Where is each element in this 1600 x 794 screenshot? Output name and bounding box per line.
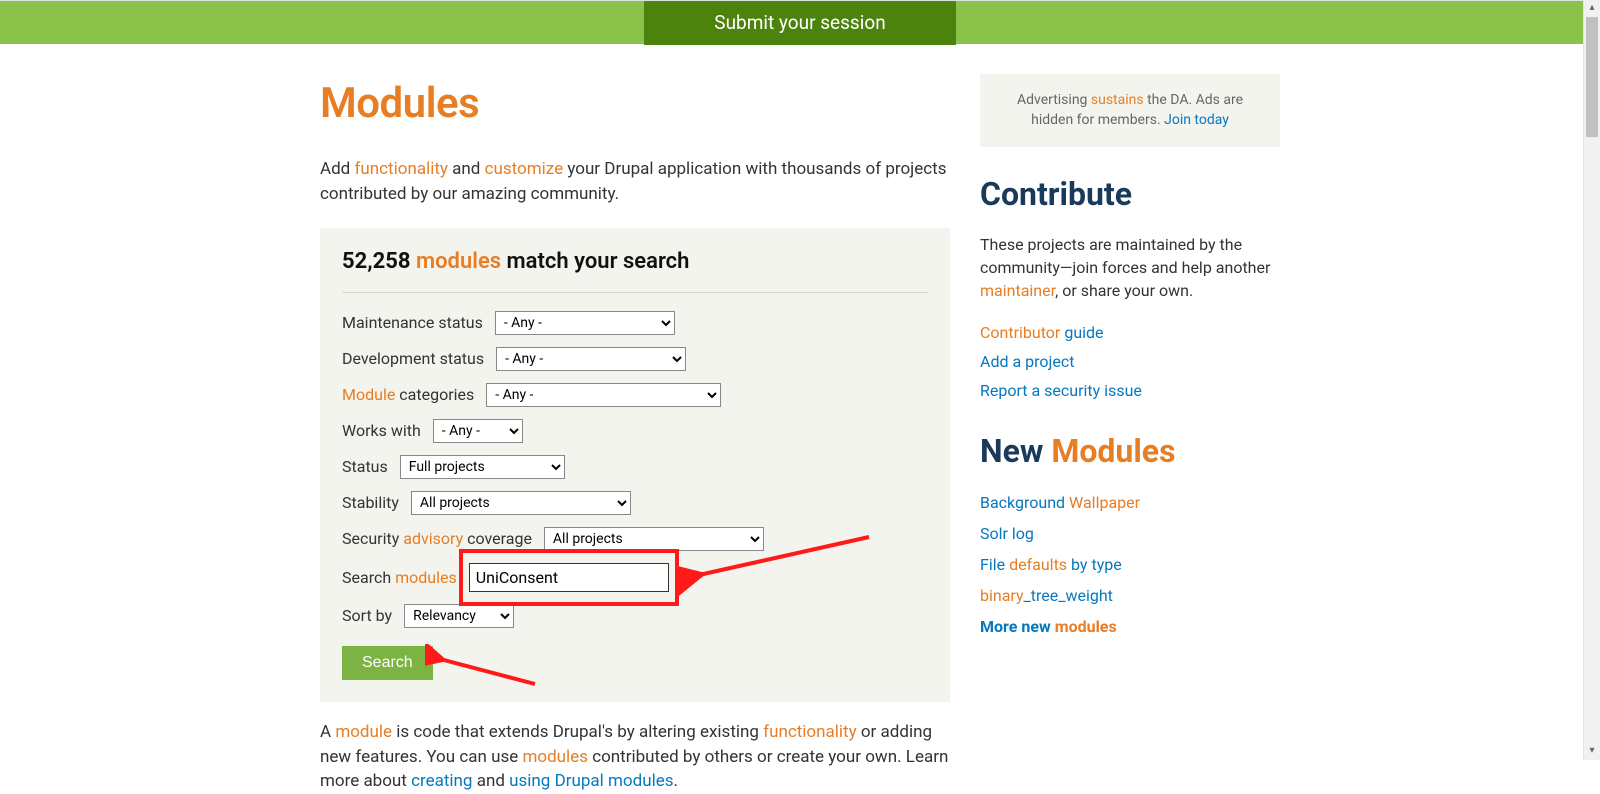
scrollbar[interactable]: ▴ ▾: [1583, 0, 1600, 760]
contribute-links: Contributor guide Add a project Report a…: [980, 321, 1280, 403]
status-select[interactable]: Full projects: [400, 455, 565, 479]
scroll-up-icon[interactable]: ▴: [1584, 0, 1600, 17]
stability-label: Stability: [342, 491, 399, 514]
development-status-select[interactable]: - Any -: [496, 347, 686, 371]
development-status-label: Development status: [342, 347, 484, 370]
contribute-heading: Contribute: [980, 171, 1280, 217]
contribute-paragraph: These projects are maintained by the com…: [980, 233, 1280, 303]
join-today-link[interactable]: Join today: [1164, 112, 1229, 128]
below-description: A module is code that extends Drupal's b…: [320, 720, 950, 794]
search-modules-label: Search modules: [342, 566, 457, 589]
scrollbar-thumb[interactable]: [1586, 17, 1598, 137]
result-word-modules: modules: [416, 249, 501, 274]
maintenance-status-select[interactable]: - Any -: [495, 311, 675, 335]
new-module-item[interactable]: binary_tree_weight: [980, 584, 1280, 607]
sort-by-label: Sort by: [342, 604, 392, 627]
top-banner: Submit your session: [0, 0, 1600, 44]
module-def-link[interactable]: module: [335, 722, 392, 742]
new-modules-heading: New Modules: [980, 428, 1280, 474]
new-module-item[interactable]: Solr log: [980, 522, 1280, 545]
creating-link[interactable]: creating: [411, 771, 472, 791]
search-button[interactable]: Search: [342, 646, 433, 680]
works-with-select[interactable]: - Any -: [433, 419, 523, 443]
search-button-label: Search: [362, 654, 413, 671]
advisory-link[interactable]: advisory: [403, 529, 463, 548]
more-new-modules-link[interactable]: More new modules: [980, 615, 1280, 638]
new-modules-list: Background Wallpaper Solr log File defau…: [980, 491, 1280, 639]
new-module-item[interactable]: File defaults by type: [980, 553, 1280, 576]
search-heading: 52,258 modules match your search: [342, 246, 928, 293]
search-card: 52,258 modules match your search Mainten…: [320, 228, 950, 702]
customize-link[interactable]: customize: [485, 159, 564, 179]
using-drupal-modules-link[interactable]: using Drupal modules: [509, 771, 673, 791]
result-count: 52,258: [342, 249, 411, 274]
module-link[interactable]: Module: [342, 385, 395, 404]
security-coverage-label: Security advisory coverage: [342, 527, 532, 550]
status-label: Status: [342, 455, 388, 478]
page-title: Modules: [320, 74, 950, 135]
submit-session-button[interactable]: Submit your session: [644, 1, 955, 45]
module-categories-select[interactable]: - Any -: [486, 383, 721, 407]
add-project-link[interactable]: Add a project: [980, 350, 1280, 373]
scroll-down-icon[interactable]: ▾: [1584, 743, 1600, 760]
search-modules-input[interactable]: [469, 563, 669, 592]
modules-link-2[interactable]: modules: [522, 747, 588, 767]
new-module-item[interactable]: Background Wallpaper: [980, 491, 1280, 514]
functionality-link[interactable]: functionality: [354, 159, 447, 179]
stability-select[interactable]: All projects: [411, 491, 631, 515]
report-security-link[interactable]: Report a security issue: [980, 379, 1280, 402]
module-categories-label: Module categories: [342, 383, 474, 406]
intro-text: Add functionality and customize your Dru…: [320, 157, 950, 206]
contributor-guide-link[interactable]: Contributor guide: [980, 321, 1280, 344]
functionality-link-2[interactable]: functionality: [763, 722, 856, 742]
modules-link-in-label[interactable]: modules: [395, 568, 457, 587]
security-coverage-select[interactable]: All projects: [544, 527, 764, 551]
submit-session-label: Submit your session: [714, 9, 885, 37]
maintainer-link[interactable]: maintainer: [980, 281, 1055, 300]
ad-notice: Advertising sustains the DA. Ads are hid…: [980, 74, 1280, 147]
works-with-label: Works with: [342, 419, 421, 442]
sustains-link[interactable]: sustains: [1091, 92, 1144, 108]
sort-by-select[interactable]: Relevancy: [404, 604, 514, 628]
maintenance-status-label: Maintenance status: [342, 311, 483, 334]
